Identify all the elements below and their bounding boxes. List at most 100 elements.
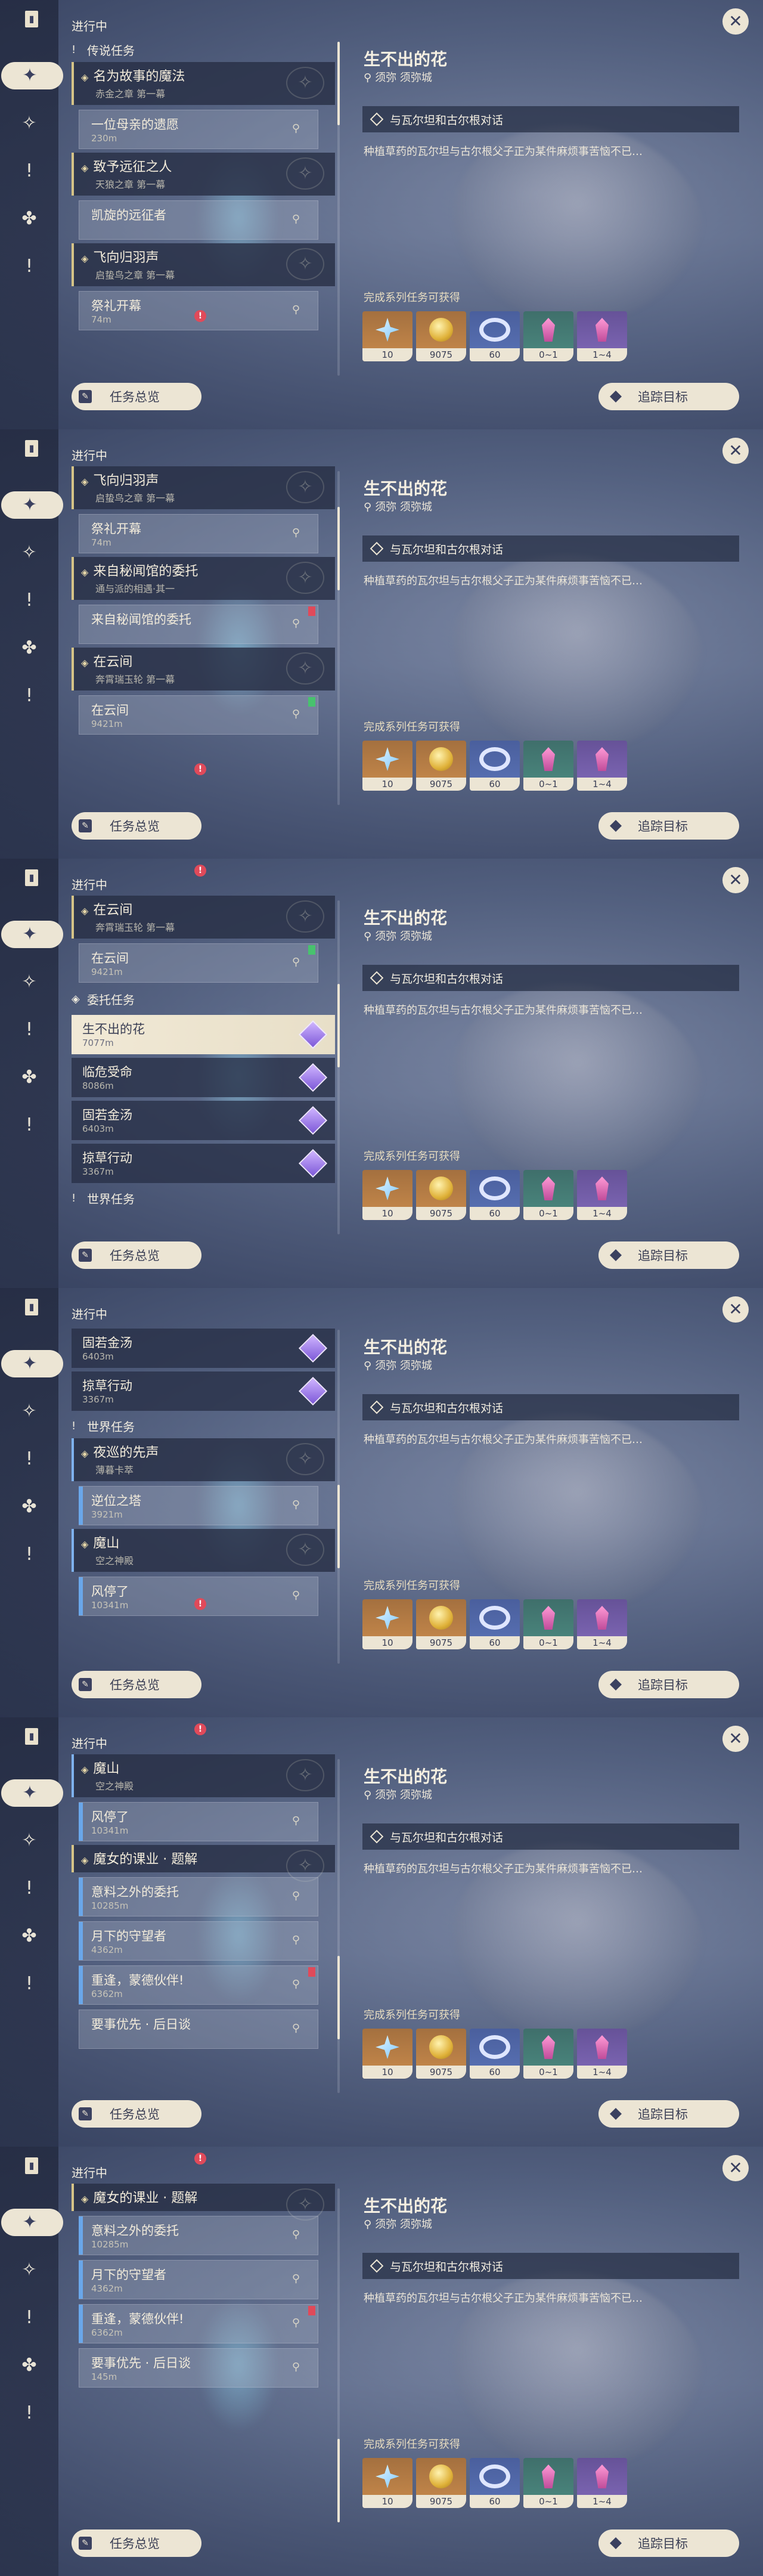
location-pin-icon[interactable]: ⚲ — [292, 527, 300, 539]
scrollbar-thumb[interactable] — [337, 42, 340, 125]
quest-scrollbar[interactable] — [337, 471, 340, 805]
location-pin-icon[interactable]: ⚲ — [292, 1934, 300, 1946]
sidebar-commission-icon[interactable]: ✦ — [1, 57, 63, 93]
quest-step[interactable]: 意料之外的委托 10285m ⚲ — [79, 2216, 318, 2255]
track-objective-button[interactable]: 追踪目标 — [598, 812, 739, 840]
reward-item[interactable]: 9075 — [416, 1599, 466, 1649]
commission-item[interactable]: 掠草行动 3367m — [72, 1371, 335, 1411]
sidebar-world-quest-icon[interactable]: ✤ — [0, 1488, 58, 1524]
sidebar-commission-icon[interactable]: ✦ — [1, 2204, 63, 2240]
location-pin-icon[interactable]: ⚲ — [292, 304, 300, 316]
reward-item[interactable]: 0~1 — [523, 1170, 573, 1220]
reward-item[interactable]: 0~1 — [523, 2458, 573, 2508]
quest-group[interactable]: ◈ 在云间 奔霄瑞玉轮 第一幕 ✧ — [72, 896, 335, 939]
location-pin-icon[interactable]: ⚲ — [292, 1815, 300, 1827]
quest-step[interactable]: 在云间 9421m ⚲ — [79, 943, 318, 983]
reward-item[interactable]: 9075 — [416, 741, 466, 791]
reward-item[interactable]: 1~4 — [577, 1170, 627, 1220]
sidebar-commission-icon[interactable]: ✦ — [1, 916, 63, 952]
quest-step[interactable]: 要事优先 · 后日谈 ⚲ — [79, 2010, 318, 2049]
location-pin-icon[interactable]: ⚲ — [292, 122, 300, 135]
reward-item[interactable]: 0~1 — [523, 741, 573, 791]
sidebar-world-quest-icon[interactable]: ✤ — [0, 1918, 58, 1953]
quest-scrollbar[interactable] — [337, 1330, 340, 1664]
location-pin-icon[interactable]: ⚲ — [292, 2022, 300, 2035]
scrollbar-thumb[interactable] — [337, 507, 340, 590]
sidebar-event-quest-icon[interactable]: ! — [0, 1107, 58, 1143]
location-pin-icon[interactable]: ⚲ — [292, 956, 300, 968]
sidebar-event-quest-icon[interactable]: ! — [0, 677, 58, 713]
location-pin-icon[interactable]: ⚲ — [292, 2317, 300, 2329]
sidebar-story-quest-icon[interactable]: ! — [0, 1011, 58, 1047]
sidebar-archon-quest-icon[interactable]: ✧ — [0, 964, 58, 999]
location-pin-icon[interactable]: ⚲ — [292, 1498, 300, 1511]
reward-item[interactable]: 10 — [362, 2029, 412, 2079]
sidebar-event-quest-icon[interactable]: ! — [0, 1965, 58, 2001]
sidebar-archon-quest-icon[interactable]: ✧ — [0, 534, 58, 570]
sidebar-event-quest-icon[interactable]: ! — [0, 248, 58, 284]
track-objective-button[interactable]: 追踪目标 — [598, 2529, 739, 2557]
reward-item[interactable]: 0~1 — [523, 2029, 573, 2079]
quest-book-icon[interactable]: ▮ — [25, 2157, 38, 2174]
sidebar-event-quest-icon[interactable]: ! — [0, 1536, 58, 1572]
commission-item[interactable]: 生不出的花 7077m — [72, 1015, 335, 1054]
sidebar-archon-quest-icon[interactable]: ✧ — [0, 1393, 58, 1429]
reward-item[interactable]: 9075 — [416, 2458, 466, 2508]
quest-group[interactable]: ◈ 名为故事的魔法 赤金之章 第一幕 ✧ — [72, 62, 335, 105]
quest-step[interactable]: 风停了 10341m ⚲ — [79, 1577, 318, 1616]
quest-group[interactable]: ◈ 夜巡的先声 薄暮卡萃 ✧ — [72, 1438, 335, 1481]
sidebar-story-quest-icon[interactable]: ! — [0, 1441, 58, 1476]
sidebar-world-quest-icon[interactable]: ✤ — [0, 1059, 58, 1095]
sidebar-commission-icon[interactable]: ✦ — [1, 1775, 63, 1810]
reward-item[interactable]: 60 — [470, 311, 520, 361]
quest-overview-button[interactable]: ✎ 任务总览 — [72, 1241, 201, 1269]
quest-book-icon[interactable]: ▮ — [25, 11, 38, 27]
quest-group[interactable]: ◈ 魔山 空之神殿 ✧ — [72, 1754, 335, 1797]
reward-item[interactable]: 60 — [470, 1599, 520, 1649]
reward-item[interactable]: 1~4 — [577, 311, 627, 361]
track-objective-button[interactable]: 追踪目标 — [598, 1671, 739, 1698]
scrollbar-thumb[interactable] — [337, 1956, 340, 2039]
reward-item[interactable]: 60 — [470, 741, 520, 791]
track-objective-button[interactable]: 追踪目标 — [598, 383, 739, 410]
reward-item[interactable]: 10 — [362, 741, 412, 791]
location-pin-icon[interactable]: ⚲ — [292, 213, 300, 225]
quest-scrollbar[interactable] — [337, 900, 340, 1234]
sidebar-story-quest-icon[interactable]: ! — [0, 582, 58, 618]
quest-step[interactable]: 意料之外的委托 10285m ⚲ — [79, 1877, 318, 1916]
reward-item[interactable]: 60 — [470, 2029, 520, 2079]
location-pin-icon[interactable]: ⚲ — [292, 1890, 300, 1902]
location-pin-icon[interactable]: ⚲ — [292, 708, 300, 720]
quest-step[interactable]: 逆位之塔 3921m ⚲ — [79, 1486, 318, 1525]
quest-step[interactable]: 月下的守望者 4362m ⚲ — [79, 1921, 318, 1961]
sidebar-event-quest-icon[interactable]: ! — [0, 2395, 58, 2431]
location-pin-icon[interactable]: ⚲ — [292, 1978, 300, 1990]
location-pin-icon[interactable]: ⚲ — [292, 1589, 300, 1602]
scrollbar-thumb[interactable] — [337, 2439, 340, 2522]
quest-scrollbar[interactable] — [337, 42, 340, 376]
quest-group[interactable]: ◈ 在云间 奔霄瑞玉轮 第一幕 ✧ — [72, 648, 335, 691]
quest-scrollbar[interactable] — [337, 1759, 340, 2093]
track-objective-button[interactable]: 追踪目标 — [598, 2100, 739, 2128]
sidebar-archon-quest-icon[interactable]: ✧ — [0, 2252, 58, 2287]
sidebar-world-quest-icon[interactable]: ✤ — [0, 630, 58, 665]
reward-item[interactable]: 60 — [470, 1170, 520, 1220]
sidebar-commission-icon[interactable]: ✦ — [1, 487, 63, 522]
quest-group[interactable]: ◈ 魔女的课业 · 题解 ✧ — [72, 2184, 335, 2221]
quest-step[interactable]: 一位母亲的遗愿 230m ⚲ — [79, 110, 318, 149]
quest-group[interactable]: ◈ 致予远征之人 天狼之章 第一幕 ✧ — [72, 153, 335, 196]
quest-step[interactable]: 祭礼开幕 74m ⚲ — [79, 514, 318, 553]
reward-item[interactable]: 1~4 — [577, 2458, 627, 2508]
quest-group[interactable]: ◈ 飞向归羽声 启蛰鸟之章 第一幕 ✧ — [72, 466, 335, 509]
reward-item[interactable]: 60 — [470, 2458, 520, 2508]
reward-item[interactable]: 0~1 — [523, 1599, 573, 1649]
sidebar-story-quest-icon[interactable]: ! — [0, 2299, 58, 2335]
quest-overview-button[interactable]: ✎ 任务总览 — [72, 2100, 201, 2128]
reward-item[interactable]: 10 — [362, 1170, 412, 1220]
commission-item[interactable]: 固若金汤 6403m — [72, 1101, 335, 1140]
sidebar-archon-quest-icon[interactable]: ✧ — [0, 1822, 58, 1858]
reward-item[interactable]: 10 — [362, 2458, 412, 2508]
quest-group[interactable]: ◈ 魔女的课业 · 题解 ✧ — [72, 1845, 335, 1882]
location-pin-icon[interactable]: ⚲ — [292, 2361, 300, 2373]
scrollbar-thumb[interactable] — [337, 984, 340, 1067]
